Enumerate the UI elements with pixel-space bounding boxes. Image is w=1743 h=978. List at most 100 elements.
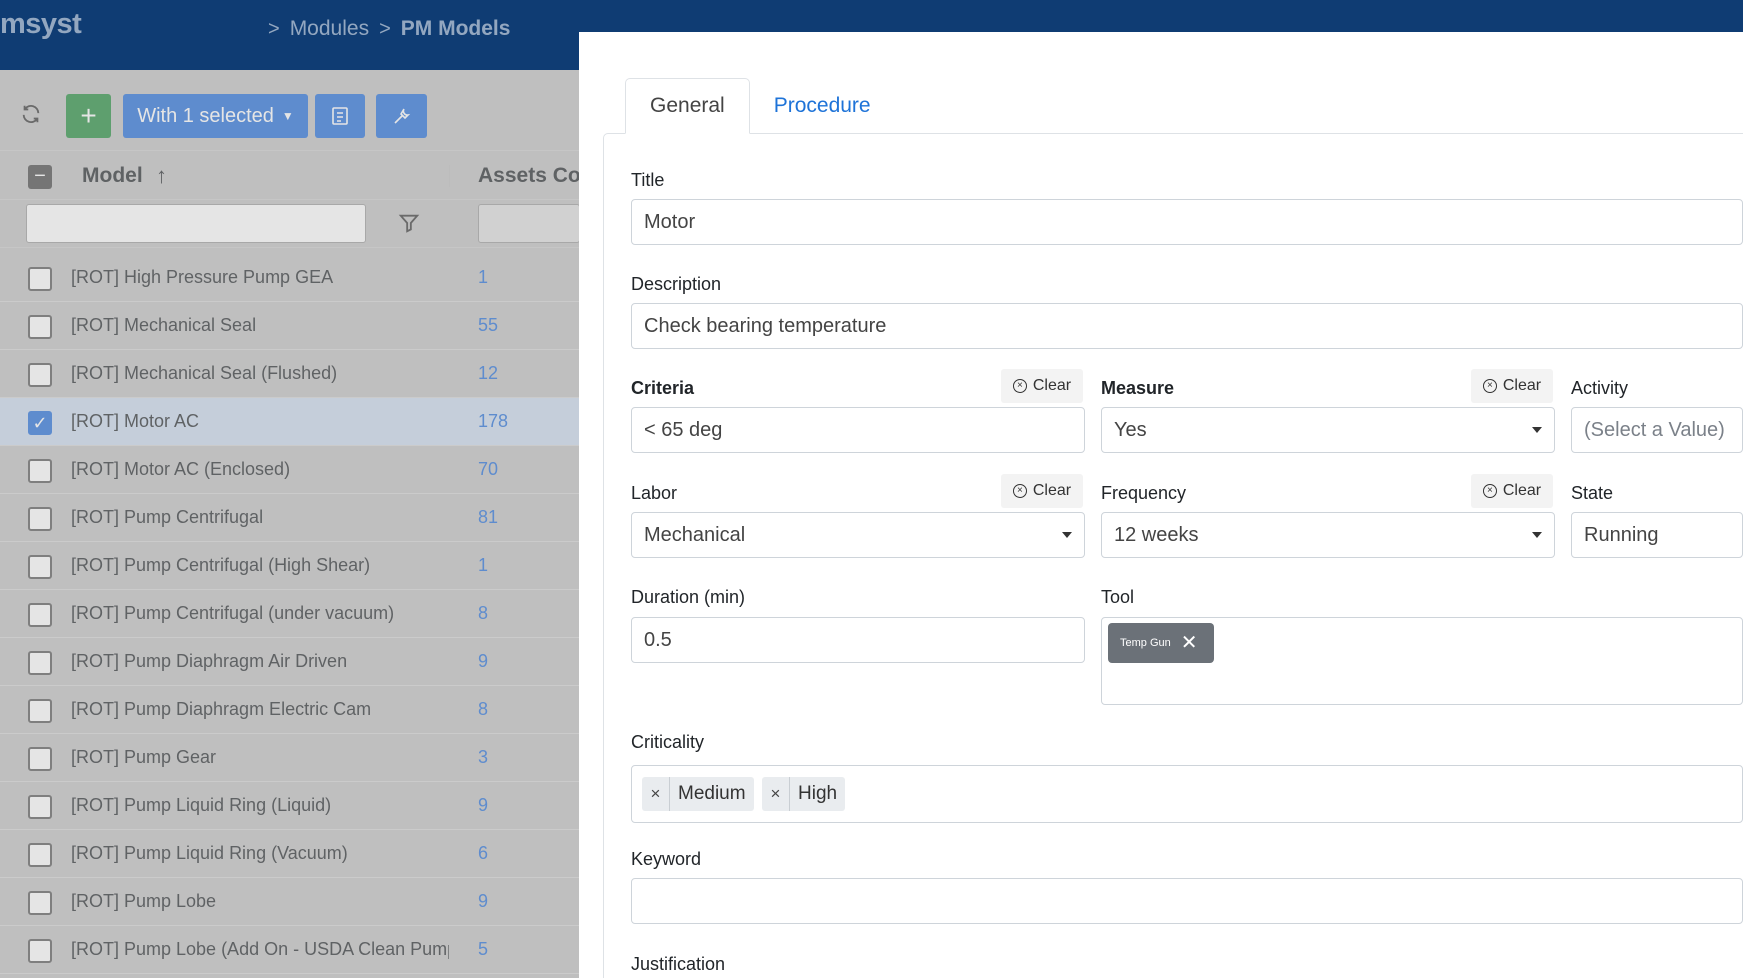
with-selected-dropdown[interactable]: With 1 selected ▼ bbox=[123, 94, 308, 138]
breadcrumb-modules[interactable]: Modules bbox=[290, 17, 369, 41]
caret-down-icon bbox=[1532, 532, 1542, 538]
row-assets-count[interactable]: 70 bbox=[478, 459, 498, 480]
table-row[interactable]: [ROT] Pump Liquid Ring (Vacuum) 6 bbox=[0, 830, 580, 878]
row-assets-count[interactable]: 8 bbox=[478, 603, 488, 624]
column-assets-count[interactable]: Assets Co bbox=[478, 164, 581, 188]
clear-label: Clear bbox=[1502, 377, 1542, 394]
row-checkbox[interactable]: ✓ bbox=[28, 411, 52, 435]
tool-multiselect[interactable]: Temp Gun ✕ bbox=[1101, 617, 1743, 705]
frequency-value: 12 weeks bbox=[1114, 523, 1199, 546]
frequency-select[interactable]: 12 weeks bbox=[1101, 512, 1555, 558]
table-row[interactable]: [ROT] High Pressure Pump GEA 1 bbox=[0, 254, 580, 302]
measure-select[interactable]: Yes bbox=[1101, 407, 1555, 453]
activity-select[interactable]: (Select a Value) bbox=[1571, 407, 1743, 453]
criticality-multiselect[interactable]: × Medium × High bbox=[631, 765, 1743, 823]
table-row[interactable]: [ROT] Mechanical Seal (Flushed) 12 bbox=[0, 350, 580, 398]
grid-filter-row bbox=[0, 200, 580, 248]
row-checkbox[interactable] bbox=[28, 939, 52, 963]
with-selected-label: With 1 selected bbox=[137, 104, 274, 127]
row-checkbox[interactable] bbox=[28, 267, 52, 291]
criticality-chip-label: High bbox=[798, 783, 838, 804]
row-checkbox[interactable] bbox=[28, 843, 52, 867]
table-row[interactable]: [ROT] Motor AC (Enclosed) 70 bbox=[0, 446, 580, 494]
frequency-label: Frequency bbox=[1101, 483, 1187, 503]
row-checkbox[interactable] bbox=[28, 555, 52, 579]
add-button[interactable]: + bbox=[66, 94, 111, 138]
table-row[interactable]: [ROT] Pump Gear 3 bbox=[0, 734, 580, 782]
clear-circle-icon: × bbox=[1482, 484, 1497, 498]
criteria-clear-button[interactable]: × Clear bbox=[1001, 369, 1083, 403]
clear-label: Clear bbox=[1032, 482, 1072, 499]
row-assets-count[interactable]: 8 bbox=[478, 699, 488, 720]
tool-chip-label: Temp Gun bbox=[1120, 637, 1171, 649]
title-input[interactable]: Motor bbox=[631, 199, 1743, 245]
labor-select[interactable]: Mechanical bbox=[631, 512, 1085, 558]
row-assets-count[interactable]: 5 bbox=[478, 939, 488, 960]
description-label: Description bbox=[631, 274, 722, 294]
table-row[interactable]: [ROT] Pump Diaphragm Air Driven 9 bbox=[0, 638, 580, 686]
row-assets-count[interactable]: 9 bbox=[478, 651, 488, 672]
criteria-input[interactable]: < 65 deg bbox=[631, 407, 1085, 453]
row-checkbox[interactable] bbox=[28, 651, 52, 675]
row-checkbox[interactable] bbox=[28, 795, 52, 819]
table-row[interactable]: [ROT] Pump Centrifugal 81 bbox=[0, 494, 580, 542]
row-assets-count[interactable]: 81 bbox=[478, 507, 498, 528]
model-filter-input[interactable] bbox=[26, 204, 366, 243]
measure-clear-button[interactable]: × Clear bbox=[1471, 369, 1553, 403]
remove-icon[interactable]: × bbox=[642, 777, 670, 811]
row-checkbox[interactable] bbox=[28, 315, 52, 339]
row-model-name: [ROT] Pump Lobe (Add On - USDA Clean Pum… bbox=[71, 939, 449, 959]
keyword-input[interactable] bbox=[631, 878, 1743, 924]
row-assets-count[interactable]: 12 bbox=[478, 363, 498, 384]
pm-model-edit-panel: General Procedure Title Motor Descriptio… bbox=[579, 32, 1743, 978]
tab-general[interactable]: General bbox=[625, 78, 750, 134]
column-model[interactable]: Model bbox=[82, 164, 143, 188]
row-assets-count[interactable]: 55 bbox=[478, 315, 498, 336]
criticality-chip-label: Medium bbox=[678, 783, 746, 804]
select-all-checkbox[interactable]: − bbox=[28, 165, 52, 189]
row-checkbox[interactable] bbox=[28, 459, 52, 483]
table-row[interactable]: [ROT] Pump Centrifugal (High Shear) 1 bbox=[0, 542, 580, 590]
caret-down-icon bbox=[1062, 532, 1072, 538]
refresh-icon[interactable] bbox=[20, 103, 42, 131]
row-assets-count[interactable]: 1 bbox=[478, 555, 488, 576]
table-row[interactable]: [ROT] Pump Lobe (Add On - USDA Clean Pum… bbox=[0, 926, 580, 974]
filter-icon[interactable] bbox=[398, 212, 420, 234]
frequency-clear-button[interactable]: × Clear bbox=[1471, 474, 1553, 508]
row-assets-count[interactable]: 6 bbox=[478, 843, 488, 864]
breadcrumb-pm-models: PM Models bbox=[400, 17, 511, 40]
row-checkbox[interactable] bbox=[28, 747, 52, 771]
table-row[interactable]: [ROT] Mechanical Seal 55 bbox=[0, 302, 580, 350]
export-button[interactable] bbox=[315, 94, 365, 138]
row-assets-count[interactable]: 9 bbox=[478, 795, 488, 816]
activity-label: Activity bbox=[1571, 378, 1629, 398]
table-row[interactable]: ✓ [ROT] Motor AC 178 bbox=[0, 398, 580, 446]
row-checkbox[interactable] bbox=[28, 363, 52, 387]
row-checkbox[interactable] bbox=[28, 507, 52, 531]
tab-bar: General Procedure bbox=[625, 78, 895, 134]
caret-down-icon: ▼ bbox=[281, 109, 294, 123]
description-input[interactable]: Check bearing temperature bbox=[631, 303, 1743, 349]
row-assets-count[interactable]: 1 bbox=[478, 267, 488, 288]
duration-input[interactable]: 0.5 bbox=[631, 617, 1085, 663]
clear-label: Clear bbox=[1502, 482, 1542, 499]
remove-icon[interactable]: × bbox=[762, 777, 790, 811]
row-assets-count[interactable]: 178 bbox=[478, 411, 508, 432]
tab-procedure[interactable]: Procedure bbox=[750, 78, 895, 134]
row-checkbox[interactable] bbox=[28, 699, 52, 723]
row-assets-count[interactable]: 9 bbox=[478, 891, 488, 912]
table-row[interactable]: [ROT] Pump Centrifugal (under vacuum) 8 bbox=[0, 590, 580, 638]
row-assets-count[interactable]: 3 bbox=[478, 747, 488, 768]
assets-filter-input[interactable] bbox=[478, 204, 580, 243]
table-row[interactable]: [ROT] Pump Liquid Ring (Liquid) 9 bbox=[0, 782, 580, 830]
remove-icon[interactable]: ✕ bbox=[1181, 633, 1198, 653]
state-select[interactable]: Running bbox=[1571, 512, 1743, 558]
table-row[interactable]: [ROT] Pump Diaphragm Electric Cam 8 bbox=[0, 686, 580, 734]
table-row[interactable]: [ROT] Pump Lobe 9 bbox=[0, 878, 580, 926]
labor-clear-button[interactable]: × Clear bbox=[1001, 474, 1083, 508]
arrow-up-icon[interactable]: ↑ bbox=[156, 163, 167, 189]
tools-button[interactable] bbox=[376, 94, 427, 138]
title-label: Title bbox=[631, 170, 665, 190]
row-checkbox[interactable] bbox=[28, 891, 52, 915]
row-checkbox[interactable] bbox=[28, 603, 52, 627]
